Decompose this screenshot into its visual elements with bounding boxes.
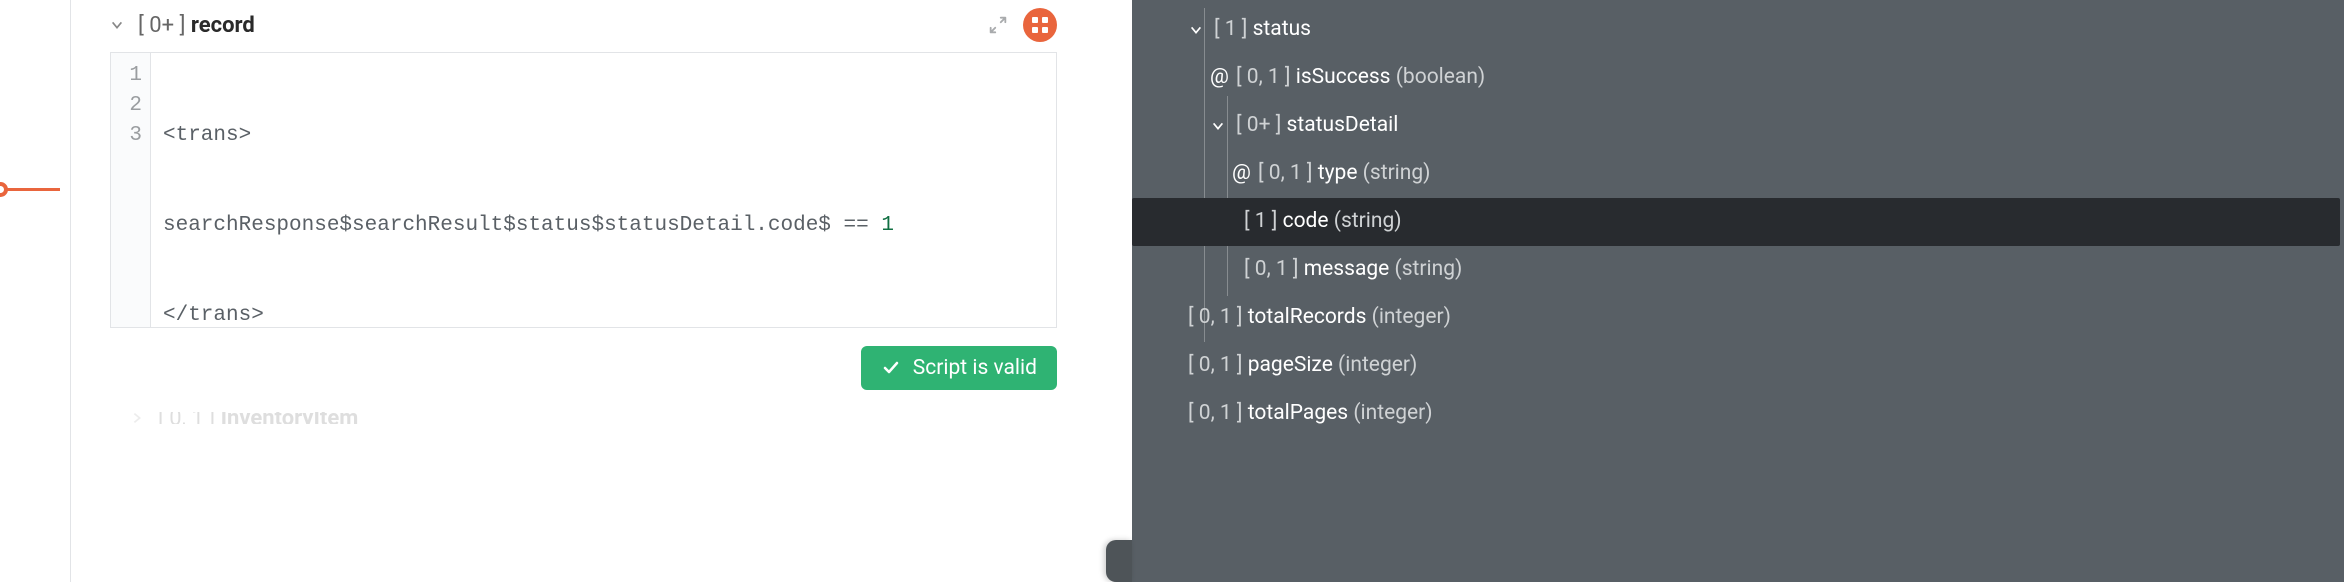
code-editor[interactable]: 1 2 3 <trans> searchResponse$searchResul… [110,52,1057,328]
chevron-down-icon[interactable] [1188,22,1204,38]
schema-tree-panel: [ 1 ] status @ [ 0, 1 ] isSuccess (boole… [1132,0,2344,582]
tree-node-status[interactable]: [ 1 ] status [1132,6,2344,54]
tree-node-label: [ 0, 1 ] isSuccess (boolean) [1236,64,1485,91]
code-line: searchResponse$searchResult$status$statu… [163,211,894,241]
tree-node-label: [ 0, 1 ] message (string) [1244,256,1462,283]
tree-node-type[interactable]: @ [ 0, 1 ] type (string) [1132,150,2344,198]
check-icon [881,358,901,378]
block-cardinality: [ 0+ ] [138,13,185,38]
tree-node-label: [ 0, 1 ] totalRecords (integer) [1188,304,1451,331]
block-name: record [191,13,255,38]
tree-node-label: [ 1 ] status [1214,16,1311,43]
block-title: [ 0+ ] record [138,13,255,38]
code-line: </trans> [163,301,894,331]
tree-node-label: [ 1 ] code (string) [1244,208,1402,235]
tree-node-issuccess[interactable]: @ [ 0, 1 ] isSuccess (boolean) [1132,54,2344,102]
record-block: [ 0+ ] record 1 [110,0,1057,390]
next-block-header[interactable]: [ 0, 1 ] InventoryItem [130,412,1057,424]
step-indicator-line [0,188,60,191]
tree-node-message[interactable]: [ 0, 1 ] message (string) [1132,246,2344,294]
panel-resizer-handle[interactable] [1106,540,1132,582]
tree-node-label: [ 0+ ] statusDetail [1236,112,1398,139]
attribute-icon: @ [1210,64,1226,91]
chevron-down-icon[interactable] [1210,118,1226,134]
attribute-icon: @ [1232,160,1248,187]
code-line: <trans> [163,121,894,151]
tree-node-label: [ 0, 1 ] type (string) [1258,160,1431,187]
tree-node-label: [ 0, 1 ] totalPages (integer) [1188,400,1433,427]
expand-icon[interactable] [987,14,1009,36]
tree-node-code[interactable]: [ 1 ] code (string) [1132,198,2340,246]
grid-action-icon[interactable] [1023,8,1057,42]
block-header-actions [987,8,1057,42]
status-text: Script is valid [913,356,1037,380]
block-header[interactable]: [ 0+ ] record [110,6,1057,44]
code-text-area[interactable]: <trans> searchResponse$searchResult$stat… [151,53,906,327]
schema-tree: [ 1 ] status @ [ 0, 1 ] isSuccess (boole… [1132,6,2344,438]
tree-node-label: [ 0, 1 ] pageSize (integer) [1188,352,1417,379]
line-number: 1 [111,61,142,91]
tree-node-statusdetail[interactable]: [ 0+ ] statusDetail [1132,102,2344,150]
line-number-gutter: 1 2 3 [111,53,151,327]
tree-node-totalrecords[interactable]: [ 0, 1 ] totalRecords (integer) [1132,294,2344,342]
line-number: 3 [111,121,142,151]
flow-vertical-line [70,0,71,582]
script-valid-badge: Script is valid [861,346,1057,390]
chevron-right-icon[interactable] [130,412,144,424]
line-number: 2 [111,91,142,121]
tree-node-pagesize[interactable]: [ 0, 1 ] pageSize (integer) [1132,342,2344,390]
panel-gap [1087,0,1132,582]
next-block-title: [ 0, 1 ] InventoryItem [158,412,358,424]
chevron-down-icon[interactable] [110,18,124,32]
editor-panel: [ 0+ ] record 1 [0,0,1087,582]
step-indicator-dot [0,182,8,197]
tree-node-totalpages[interactable]: [ 0, 1 ] totalPages (integer) [1132,390,2344,438]
